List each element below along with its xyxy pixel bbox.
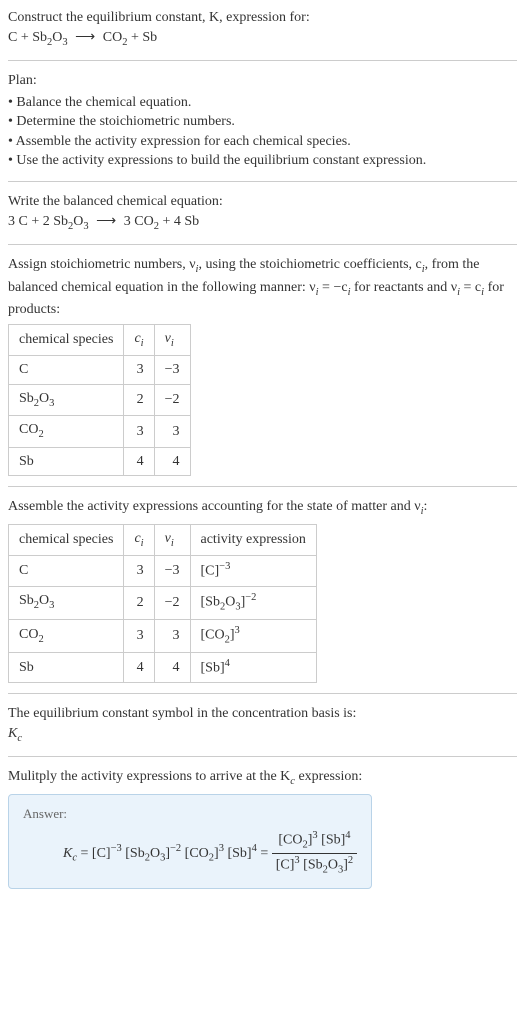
- final-header: Mulitply the activity expressions to arr…: [8, 767, 517, 789]
- col-v: νi: [154, 524, 190, 555]
- col-c: ci: [124, 324, 154, 355]
- table-header-row: chemical species ci νi: [9, 324, 191, 355]
- plan-section: Plan: Balance the chemical equation. Det…: [8, 71, 517, 182]
- fraction: [CO2]3 [Sb]4 [C]3 [Sb2O3]2: [272, 829, 357, 878]
- plan-item: Balance the chemical equation.: [8, 93, 517, 113]
- table-row: Sb2O3 2 −2: [9, 384, 191, 415]
- plan-item: Determine the stoichiometric numbers.: [8, 112, 517, 132]
- col-c: ci: [124, 524, 154, 555]
- activity-header: Assemble the activity expressions accoun…: [8, 497, 517, 519]
- symbol-line: The equilibrium constant symbol in the c…: [8, 704, 517, 724]
- intro-line: Construct the equilibrium constant, K, e…: [8, 8, 517, 28]
- intro-equation: C + Sb2O3 ⟶ CO2 + Sb: [8, 28, 517, 50]
- col-activity: activity expression: [190, 524, 316, 555]
- balanced-equation: 3 C + 2 Sb2O3 ⟶ 3 CO2 + 4 Sb: [8, 212, 517, 234]
- intro-section: Construct the equilibrium constant, K, e…: [8, 8, 517, 61]
- final-section: Mulitply the activity expressions to arr…: [8, 767, 517, 899]
- plan-item: Assemble the activity expression for eac…: [8, 132, 517, 152]
- symbol-kc: Kc: [8, 724, 517, 746]
- reaction-arrow-icon: ⟶: [71, 30, 99, 45]
- plan-list: Balance the chemical equation. Determine…: [8, 93, 517, 171]
- balanced-section: Write the balanced chemical equation: 3 …: [8, 192, 517, 245]
- table-row: CO2 3 3: [9, 416, 191, 447]
- intro-text: Construct the equilibrium constant, K, e…: [8, 10, 310, 25]
- reaction-arrow-icon: ⟶: [92, 214, 120, 229]
- stoich-section: Assign stoichiometric numbers, νi, using…: [8, 255, 517, 487]
- stoich-table: chemical species ci νi C 3 −3 Sb2O3 2 −2…: [8, 324, 191, 477]
- balanced-header: Write the balanced chemical equation:: [8, 192, 517, 212]
- col-v: νi: [154, 324, 190, 355]
- symbol-section: The equilibrium constant symbol in the c…: [8, 704, 517, 757]
- table-row: Sb 4 4: [9, 447, 191, 476]
- stoich-header: Assign stoichiometric numbers, νi, using…: [8, 255, 517, 320]
- activity-table: chemical species ci νi activity expressi…: [8, 524, 317, 683]
- activity-section: Assemble the activity expressions accoun…: [8, 497, 517, 694]
- table-row: C 3 −3: [9, 356, 191, 385]
- answer-equation: Kc = [C]−3 [Sb2O3]−2 [CO2]3 [Sb]4 = [CO2…: [63, 829, 357, 878]
- table-row: Sb 4 4 [Sb]4: [9, 652, 317, 682]
- col-species: chemical species: [9, 524, 124, 555]
- table-header-row: chemical species ci νi activity expressi…: [9, 524, 317, 555]
- answer-label: Answer:: [23, 805, 357, 823]
- answer-box: Answer: Kc = [C]−3 [Sb2O3]−2 [CO2]3 [Sb]…: [8, 794, 372, 889]
- plan-item: Use the activity expressions to build th…: [8, 151, 517, 171]
- table-row: C 3 −3 [C]−3: [9, 556, 317, 586]
- col-species: chemical species: [9, 324, 124, 355]
- table-row: CO2 3 3 [CO2]3: [9, 619, 317, 652]
- table-row: Sb2O3 2 −2 [Sb2O3]−2: [9, 586, 317, 619]
- plan-header: Plan:: [8, 71, 517, 91]
